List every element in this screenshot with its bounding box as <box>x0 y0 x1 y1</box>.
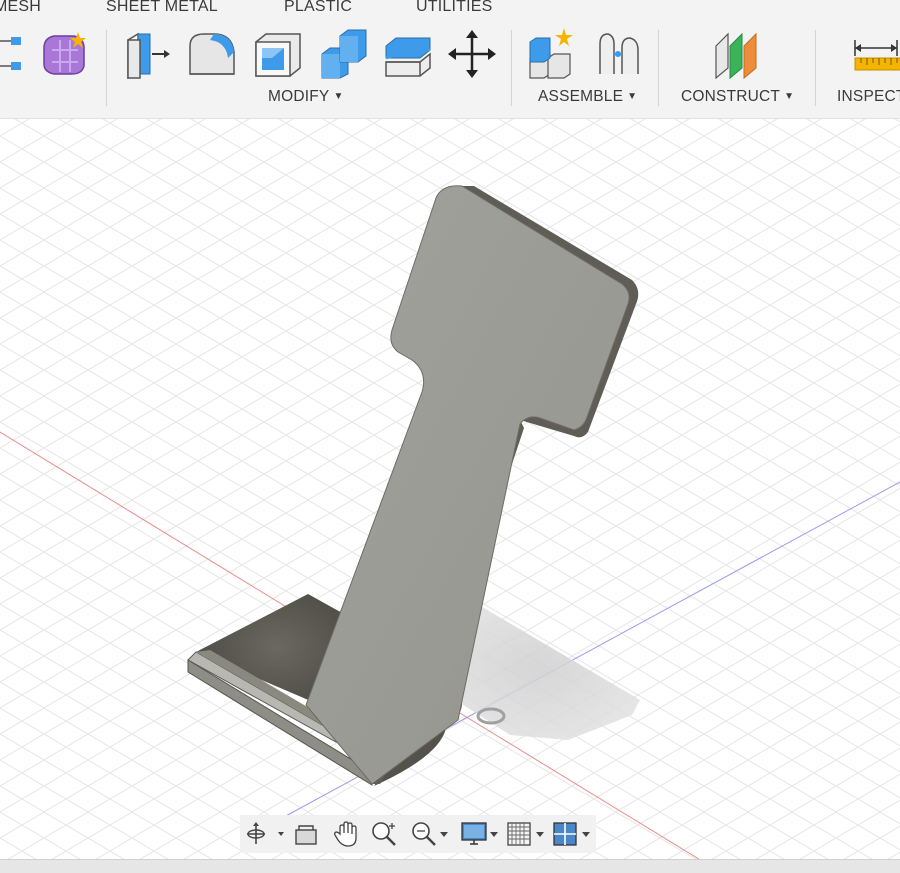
caret-down-icon: ▼ <box>333 91 344 102</box>
fit-icon[interactable] <box>410 820 454 848</box>
press-pull-icon[interactable] <box>120 28 172 80</box>
display-settings-icon[interactable] <box>460 820 504 848</box>
orbit-icon[interactable] <box>244 820 288 848</box>
offset-plane-icon[interactable] <box>712 28 764 80</box>
toolbar-separator <box>815 30 816 106</box>
caret-down-icon: ▼ <box>784 91 795 102</box>
pan-icon[interactable] <box>332 820 360 848</box>
viewports-icon[interactable] <box>552 820 596 848</box>
tab-plastic[interactable]: PLASTIC <box>284 0 352 16</box>
status-strip <box>0 859 900 873</box>
toolbar-separator <box>106 30 107 106</box>
modify-menu[interactable]: MODIFY ▼ <box>268 88 344 106</box>
3d-viewport[interactable] <box>0 119 900 859</box>
fillet-icon[interactable] <box>186 28 238 80</box>
caret-down-icon: ▼ <box>627 91 638 102</box>
navigation-bar <box>240 815 596 853</box>
grid-settings-icon[interactable] <box>506 820 550 848</box>
viewport-canvas[interactable] <box>0 119 900 859</box>
look-at-icon[interactable] <box>292 820 320 848</box>
zoom-icon[interactable] <box>370 820 400 848</box>
mesh-tool-icon[interactable] <box>0 28 22 80</box>
assemble-menu[interactable]: ASSEMBLE ▼ <box>538 88 637 106</box>
move-copy-icon[interactable] <box>446 28 498 80</box>
tab-utilities[interactable]: UTILITIES <box>416 0 492 16</box>
toolbar-separator <box>658 30 659 106</box>
measure-icon[interactable] <box>850 28 900 80</box>
construct-menu[interactable]: CONSTRUCT ▼ <box>681 88 794 106</box>
tab-sheet-metal[interactable]: SHEET METAL <box>106 0 218 16</box>
tab-mesh[interactable]: MESH <box>0 0 41 16</box>
combine-icon[interactable] <box>318 28 370 80</box>
offset-face-icon[interactable] <box>382 28 434 80</box>
ribbon-toolbar: MESH SHEET METAL PLASTIC UTILITIES MODIF… <box>0 0 900 119</box>
new-component-icon[interactable] <box>526 28 578 80</box>
joint-icon[interactable] <box>592 28 644 80</box>
inspect-menu[interactable]: INSPECT <box>837 88 900 106</box>
toolbar-separator <box>511 30 512 106</box>
shell-icon[interactable] <box>252 28 304 80</box>
create-form-icon[interactable] <box>38 28 90 80</box>
